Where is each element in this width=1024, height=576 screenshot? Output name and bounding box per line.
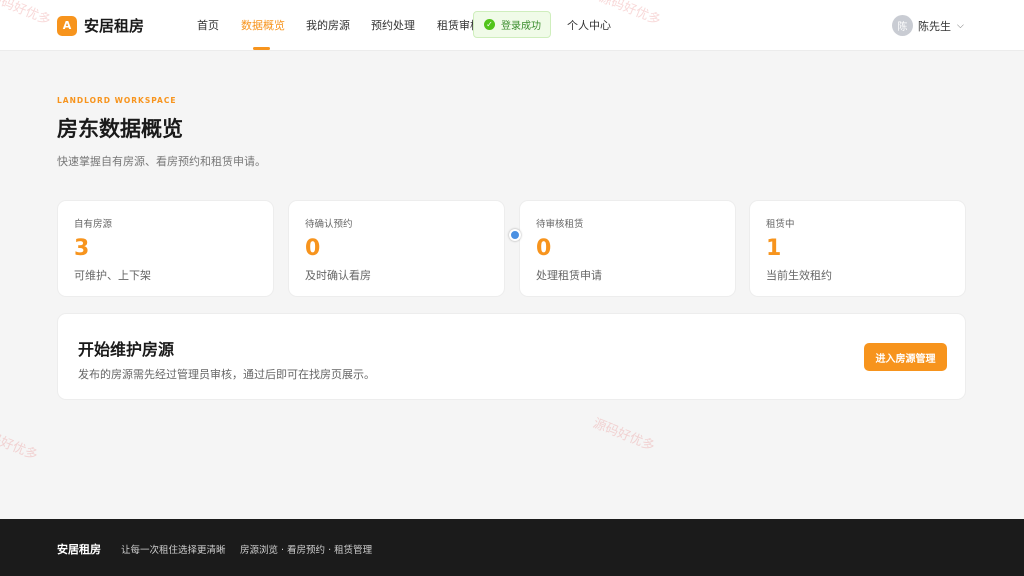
nav-item-appointments[interactable]: 预约处理	[371, 17, 415, 33]
stat-value: 0	[536, 236, 552, 261]
footer: 安居租房 让每一次租住选择更清晰 房源浏览 · 看房预约 · 租赁管理	[0, 519, 1024, 576]
active-nav-indicator	[253, 47, 270, 50]
cta-panel: 开始维护房源 发布的房源需先经过管理员审核，通过后即可在找房页展示。 进入房源管…	[57, 313, 966, 400]
stat-label: 待审核租赁	[536, 219, 584, 230]
page-title: 房东数据概览	[57, 117, 183, 141]
avatar: 陈	[892, 15, 913, 36]
stat-card-active-leases: 租赁中 1 当前生效租约	[749, 200, 966, 297]
stat-value: 0	[305, 236, 321, 261]
stat-card-pending-appointments: 待确认预约 0 及时确认看房	[288, 200, 505, 297]
top-navbar: A 安居租房 首页 数据概览 我的房源 预约处理 租赁审核 个人中心 ✓ 登录成…	[0, 0, 1024, 51]
stat-label: 租赁中	[766, 219, 795, 230]
footer-links: 房源浏览 · 看房预约 · 租赁管理	[240, 545, 373, 556]
manage-listings-button[interactable]: 进入房源管理	[864, 343, 947, 371]
cta-title: 开始维护房源	[78, 340, 175, 359]
brand-logo-icon: A	[57, 15, 77, 36]
stat-card-pending-leases: 待审核租赁 0 处理租赁申请	[519, 200, 736, 297]
footer-brand: 安居租房	[57, 543, 101, 556]
login-success-toast: ✓ 登录成功	[473, 11, 551, 38]
stat-label: 待确认预约	[305, 219, 353, 230]
user-menu[interactable]: 陈 陈先生 ⌵	[892, 15, 964, 36]
brand-name: 安居租房	[84, 17, 145, 35]
watermark: 源码好优多	[590, 416, 657, 455]
check-circle-icon: ✓	[484, 19, 495, 30]
stat-value: 3	[74, 236, 90, 261]
stat-subtext: 可维护、上下架	[74, 269, 151, 282]
page-description: 快速掌握自有房源、看房预约和租赁申请。	[57, 155, 266, 168]
stat-subtext: 当前生效租约	[766, 269, 832, 282]
stat-card-listings: 自有房源 3 可维护、上下架	[57, 200, 274, 297]
nav-item-my-listings[interactable]: 我的房源	[306, 17, 350, 33]
toast-text: 登录成功	[501, 21, 541, 32]
section-eyebrow: LANDLORD WORKSPACE	[57, 96, 177, 105]
nav-item-profile[interactable]: 个人中心	[567, 17, 611, 33]
footer-slogan: 让每一次租住选择更清晰	[121, 545, 226, 556]
cta-description: 发布的房源需先经过管理员审核，通过后即可在找房页展示。	[78, 368, 375, 381]
nav-item-home[interactable]: 首页	[197, 17, 219, 33]
stat-subtext: 处理租赁申请	[536, 269, 602, 282]
brand[interactable]: A 安居租房	[57, 15, 144, 36]
nav-item-overview[interactable]: 数据概览	[241, 17, 285, 33]
cursor-indicator	[509, 229, 521, 241]
chevron-down-icon: ⌵	[957, 20, 964, 31]
user-name: 陈先生	[918, 19, 951, 33]
watermark: 源码好优多	[0, 425, 40, 464]
stat-label: 自有房源	[74, 219, 113, 230]
stat-subtext: 及时确认看房	[305, 269, 371, 282]
stat-value: 1	[766, 236, 782, 261]
